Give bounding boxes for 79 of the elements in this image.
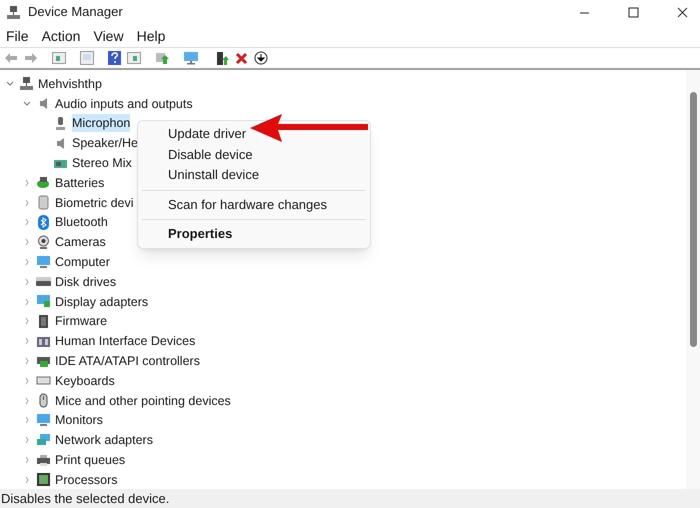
download-icon[interactable] <box>254 51 268 65</box>
menu-item[interactable]: Action <box>42 26 80 47</box>
processor-icon <box>36 472 51 488</box>
panel-icon[interactable] <box>52 52 66 64</box>
computer-icon <box>6 4 21 20</box>
chip-icon <box>36 314 51 329</box>
bluetooth-icon <box>36 214 51 230</box>
microphone-icon <box>53 116 68 131</box>
window-title: Device Manager <box>28 3 123 22</box>
help-icon[interactable] <box>108 51 121 65</box>
tree-item[interactable]: Firmware <box>55 312 108 330</box>
chevron-right-icon[interactable] <box>23 476 31 484</box>
monitor-icon <box>36 412 51 428</box>
tree-item[interactable]: Display adapters <box>55 292 148 311</box>
tree-item[interactable]: Cameras <box>55 233 106 252</box>
tree-item[interactable]: Print queues <box>55 451 126 470</box>
maximize-icon[interactable] <box>628 6 639 18</box>
add-driver-icon[interactable] <box>215 50 229 66</box>
computer-icon <box>19 76 34 92</box>
tree-item[interactable]: IDE ATA/ATAPI controllers <box>55 352 200 370</box>
chevron-down-icon[interactable] <box>23 100 31 108</box>
chevron-right-icon[interactable] <box>23 178 31 187</box>
tree-item[interactable]: Audio inputs and outputs <box>55 94 193 113</box>
tree-item[interactable]: Biometric devi <box>55 194 134 212</box>
tree-item[interactable]: Mehvishthp <box>38 74 102 93</box>
chevron-down-icon[interactable] <box>6 80 14 88</box>
chevron-right-icon[interactable] <box>23 396 31 405</box>
tree-item[interactable]: Speaker/He <box>72 134 138 152</box>
scan-icon[interactable] <box>155 51 169 65</box>
menu-item[interactable]: File <box>6 26 29 47</box>
tree-item[interactable]: Network adapters <box>55 431 153 450</box>
battery-icon <box>36 175 51 190</box>
scrollbar-thumb[interactable] <box>690 92 697 347</box>
chevron-right-icon[interactable] <box>23 416 31 424</box>
menu-item[interactable]: Update driver <box>168 124 246 144</box>
status-text: Disables the selected device. <box>0 489 700 508</box>
tree-item[interactable]: Processors <box>55 470 118 489</box>
fingerprint-icon <box>36 195 51 210</box>
chevron-right-icon[interactable] <box>23 456 31 464</box>
tree-item[interactable]: Mice and other pointing devices <box>55 392 231 410</box>
tree-item[interactable]: Bluetooth <box>55 213 108 232</box>
chevron-right-icon[interactable] <box>23 376 31 385</box>
chevron-right-icon[interactable] <box>23 278 31 286</box>
menu-item[interactable]: Uninstall device <box>168 165 260 186</box>
menu-item[interactable]: Disable device <box>168 144 253 165</box>
tree-item[interactable]: Keyboards <box>55 372 115 390</box>
remove-icon[interactable] <box>235 52 248 64</box>
properties-icon[interactable] <box>80 51 94 65</box>
panel-icon[interactable] <box>127 52 141 64</box>
menu-item[interactable]: Properties <box>168 224 232 244</box>
tree-item[interactable]: Human Interface Devices <box>55 332 196 350</box>
chevron-right-icon[interactable] <box>23 317 31 326</box>
chevron-right-icon[interactable] <box>23 337 31 346</box>
monitor-icon[interactable] <box>183 51 199 65</box>
network-icon <box>36 432 51 448</box>
tree-item[interactable]: Monitors <box>55 411 103 430</box>
back-arrow-icon[interactable] <box>4 52 18 64</box>
printer-icon <box>36 452 51 468</box>
chevron-right-icon[interactable] <box>23 298 31 306</box>
tree-item[interactable]: Disk drives <box>55 272 116 291</box>
chevron-right-icon[interactable] <box>23 238 31 246</box>
chevron-right-icon[interactable] <box>23 198 31 207</box>
scrollbar[interactable] <box>686 70 700 489</box>
chevron-right-icon[interactable] <box>23 258 31 266</box>
monitor-icon <box>36 254 51 270</box>
tree-item[interactable]: Batteries <box>55 174 104 192</box>
menu-item[interactable]: Help <box>136 26 166 47</box>
camera-icon <box>36 234 51 250</box>
chevron-right-icon[interactable] <box>23 436 31 444</box>
tree-item[interactable]: Computer <box>55 253 110 272</box>
forward-arrow-icon[interactable] <box>24 52 38 64</box>
chevron-right-icon[interactable] <box>23 218 31 226</box>
menu-item[interactable]: View <box>93 26 124 47</box>
tree-item[interactable]: Microphon <box>72 114 130 132</box>
menu-item[interactable]: Scan for hardware changes <box>168 194 327 215</box>
chevron-right-icon[interactable] <box>23 357 31 366</box>
close-icon[interactable] <box>677 6 688 18</box>
display-adapter-icon <box>36 294 51 310</box>
tree-item[interactable]: Stereo Mix <box>72 154 132 172</box>
